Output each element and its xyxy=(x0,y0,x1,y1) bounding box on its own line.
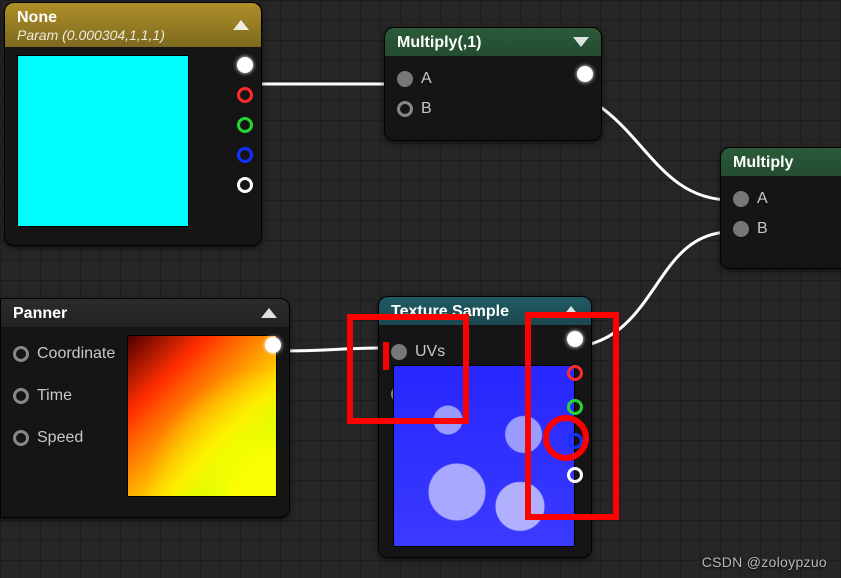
output-pin-alpha[interactable] xyxy=(237,177,253,193)
node-panner-title: Panner xyxy=(13,305,67,322)
collapse-icon[interactable] xyxy=(261,308,277,318)
param-preview-swatch xyxy=(17,55,189,227)
output-pin-red[interactable] xyxy=(567,365,583,381)
output-pin-white[interactable] xyxy=(567,331,583,347)
node-multiply1[interactable]: Multiply(,1) A B xyxy=(384,27,602,141)
input-pin-a[interactable] xyxy=(397,71,413,87)
node-multiply2-title: Multiply xyxy=(733,154,793,171)
input-pin-b[interactable] xyxy=(397,101,413,117)
node-param-subtitle: Param (0.000304,1,1,1) xyxy=(17,27,249,43)
node-texsample-header[interactable]: Texture Sample xyxy=(379,297,591,325)
input-label-coordinate: Coordinate xyxy=(37,345,115,363)
input-label-uvs: UVs xyxy=(415,343,445,361)
output-pin-green[interactable] xyxy=(237,117,253,133)
watermark: CSDN @zoloypzuo xyxy=(702,554,827,570)
node-multiply1-header[interactable]: Multiply(,1) xyxy=(385,28,601,56)
output-pin-blue[interactable] xyxy=(237,147,253,163)
input-pin-time[interactable] xyxy=(13,388,29,404)
collapse-icon[interactable] xyxy=(233,20,249,30)
output-pin-green[interactable] xyxy=(567,399,583,415)
node-multiply2[interactable]: Multiply A B xyxy=(720,147,841,269)
node-multiply1-title: Multiply(,1) xyxy=(397,34,481,51)
input-label-speed: Speed xyxy=(37,429,83,447)
input-pin-a[interactable] xyxy=(733,191,749,207)
node-panner-header[interactable]: Panner xyxy=(1,299,289,327)
node-texture-sample[interactable]: Texture Sample UVs Tex xyxy=(378,296,592,558)
panner-preview-swatch xyxy=(127,335,277,497)
texsample-preview-swatch xyxy=(393,365,575,547)
node-multiply2-header[interactable]: Multiply xyxy=(721,148,841,176)
node-param-header[interactable]: None Param (0.000304,1,1,1) xyxy=(5,3,261,47)
input-label-a: A xyxy=(757,190,768,208)
input-label-b: B xyxy=(757,220,768,238)
input-label-time: Time xyxy=(37,387,72,405)
node-texsample-title: Texture Sample xyxy=(391,303,509,320)
output-pin-white[interactable] xyxy=(237,57,253,73)
input-pin-speed[interactable] xyxy=(13,430,29,446)
input-pin-b[interactable] xyxy=(733,221,749,237)
input-label-a: A xyxy=(421,70,432,88)
node-param-title: None xyxy=(17,9,249,27)
collapse-icon[interactable] xyxy=(573,37,589,47)
node-param[interactable]: None Param (0.000304,1,1,1) xyxy=(4,2,262,246)
input-label-b: B xyxy=(421,100,432,118)
output-pin-alpha[interactable] xyxy=(567,467,583,483)
node-panner[interactable]: Panner Coordinate Time Speed xyxy=(0,298,290,518)
output-pin-blue[interactable] xyxy=(567,433,583,449)
output-pin-white[interactable] xyxy=(265,337,281,353)
output-pin-red[interactable] xyxy=(237,87,253,103)
collapse-icon[interactable] xyxy=(563,306,579,316)
input-pin-uvs[interactable] xyxy=(391,344,407,360)
output-pin-white[interactable] xyxy=(577,66,593,82)
input-pin-coordinate[interactable] xyxy=(13,346,29,362)
